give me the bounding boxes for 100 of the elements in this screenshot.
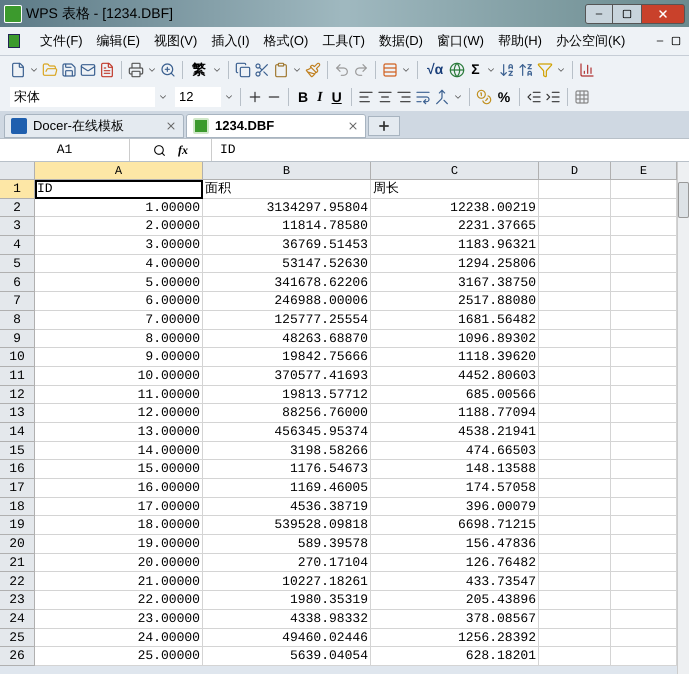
row-header[interactable]: 22 (0, 572, 35, 592)
font-size-field[interactable]: 12 (175, 87, 221, 107)
paste-icon[interactable] (273, 62, 289, 78)
search-icon[interactable] (153, 144, 166, 156)
wrap-text-icon[interactable] (414, 89, 431, 105)
table-cell: 9.00000 (35, 348, 203, 367)
function-button[interactable]: fx (178, 141, 188, 159)
row-header[interactable]: 16 (0, 460, 35, 479)
menu-item[interactable]: 工具(T) (316, 31, 371, 51)
row-header[interactable]: 23 (0, 591, 35, 610)
align-right-icon[interactable] (396, 89, 412, 105)
printer-icon[interactable] (128, 62, 144, 78)
menu-item[interactable]: 窗口(W) (431, 31, 490, 51)
menu-item[interactable]: 编辑(E) (90, 31, 146, 51)
row-header[interactable]: 25 (0, 628, 35, 648)
pdf-icon[interactable] (99, 62, 115, 78)
document-tab[interactable]: Docer-在线模板 (4, 114, 184, 138)
table-cell: 36769.51453 (203, 236, 371, 255)
globe-icon[interactable] (449, 62, 466, 78)
row-header[interactable]: 17 (0, 479, 35, 498)
row-header[interactable]: 2 (0, 198, 35, 218)
align-center-icon[interactable] (376, 89, 393, 105)
currency-icon[interactable] (476, 89, 492, 105)
scroll-thumb[interactable] (678, 182, 689, 218)
chart-icon[interactable] (578, 62, 595, 78)
row-header[interactable]: 14 (0, 422, 35, 442)
row-header[interactable]: 20 (0, 535, 35, 554)
menu-item[interactable]: 文件(F) (34, 31, 89, 51)
row-header[interactable]: 18 (0, 498, 35, 516)
table-cell: 589.39578 (203, 535, 371, 554)
menu-item[interactable]: 格式(O) (258, 31, 314, 51)
toolbar-button[interactable]: √α (424, 59, 446, 80)
row-header[interactable]: 24 (0, 610, 35, 628)
close-tab-icon[interactable] (347, 120, 359, 132)
borders-icon[interactable] (574, 89, 590, 105)
toolbar-button[interactable]: B (295, 86, 312, 108)
row-header[interactable]: 13 (0, 404, 35, 423)
menu-item[interactable]: 插入(I) (205, 31, 256, 51)
row-header[interactable]: 3 (0, 217, 35, 236)
document-tab[interactable]: 1234.DBF (186, 114, 366, 138)
scissors-icon[interactable] (254, 62, 270, 78)
sort-descending-icon[interactable] (518, 62, 534, 78)
column-header[interactable]: C (371, 162, 539, 180)
mail-icon[interactable] (80, 62, 96, 78)
copy-icon[interactable] (235, 62, 251, 78)
new-tab-button[interactable] (368, 116, 400, 136)
table-cell: 12238.00219 (371, 198, 539, 218)
restore-icon[interactable] (671, 36, 681, 46)
row-header[interactable]: 1 (0, 180, 35, 199)
increase-indent-icon[interactable] (545, 89, 562, 105)
minimize-button[interactable] (585, 4, 613, 24)
toolbar-button[interactable]: % (494, 86, 514, 108)
formula-field[interactable]: ID (212, 140, 689, 160)
maximize-button[interactable] (613, 4, 641, 24)
row-header[interactable]: 15 (0, 442, 35, 460)
toolbar-button[interactable]: 繁 (189, 59, 209, 80)
row-header[interactable]: 11 (0, 366, 35, 386)
close-tab-icon[interactable] (165, 120, 177, 132)
row-header[interactable]: 9 (0, 330, 35, 348)
font-name-field[interactable]: 宋体 (10, 87, 155, 107)
column-header[interactable]: D (539, 162, 611, 180)
print-preview-icon[interactable] (160, 62, 176, 78)
sheet-icon[interactable] (8, 34, 20, 48)
toolbar-button[interactable]: Σ (468, 59, 483, 80)
row-header[interactable]: 26 (0, 647, 35, 666)
row-header[interactable]: 12 (0, 386, 35, 404)
menu-item[interactable]: 视图(V) (148, 31, 204, 51)
row-header[interactable]: 19 (0, 516, 35, 536)
column-header[interactable]: B (203, 162, 371, 180)
menu-item[interactable]: 数据(D) (372, 31, 430, 51)
row-header[interactable]: 10 (0, 348, 35, 367)
paintbrush-icon[interactable] (305, 62, 321, 78)
column-header[interactable]: A (35, 162, 203, 180)
align-left-icon[interactable] (358, 89, 374, 105)
row-header[interactable]: 21 (0, 554, 35, 572)
table-cell: 1169.46005 (203, 479, 371, 498)
save-icon[interactable] (61, 62, 77, 78)
column-header[interactable]: E (611, 162, 677, 180)
table-cell: 4538.21941 (371, 422, 539, 442)
menu-item[interactable]: 办公空间(K) (550, 31, 632, 51)
table-cell: 5.00000 (35, 273, 203, 292)
menu-item[interactable]: 帮助(H) (492, 31, 548, 51)
row-header[interactable]: 5 (0, 254, 35, 274)
rows-icon[interactable] (382, 62, 398, 78)
toolbar-button[interactable]: I (314, 86, 326, 108)
table-cell: 14.00000 (35, 442, 203, 460)
row-header[interactable]: 4 (0, 236, 35, 255)
toolbar-button[interactable]: U (328, 86, 345, 108)
new-file-icon[interactable] (10, 62, 26, 78)
decrease-indent-icon[interactable] (526, 89, 542, 105)
row-header[interactable]: 8 (0, 310, 35, 330)
vertical-scrollbar[interactable] (677, 162, 689, 674)
merge-cells-icon[interactable] (434, 89, 450, 105)
close-button[interactable] (641, 4, 685, 24)
row-header[interactable]: 6 (0, 273, 35, 292)
sort-ascending-icon[interactable] (498, 62, 515, 78)
tab-label: Docer-在线模板 (33, 117, 124, 136)
name-box[interactable]: A1 (0, 139, 130, 161)
row-header[interactable]: 7 (0, 292, 35, 311)
table-cell: 125777.25554 (203, 310, 371, 330)
